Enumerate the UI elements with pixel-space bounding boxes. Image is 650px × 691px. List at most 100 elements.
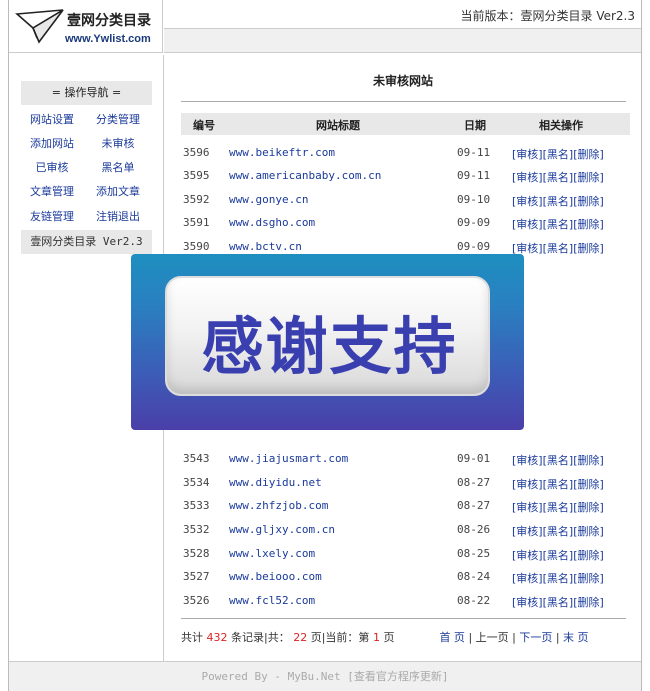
table-row: 3528 www.lxely.com 08-25 [审核][黑名][删除] [181,544,630,564]
delete-link[interactable]: [删除] [573,525,604,538]
sidebar-item-article-manage[interactable]: 文章管理 [21,183,83,199]
table-row: 3595 www.americanbaby.com.cn 09-11 [审核][黑名]… [181,166,630,186]
blacklist-link[interactable]: [黑名 [543,148,569,161]
sidebar-item-site-settings[interactable]: 网站设置 [21,111,83,127]
delete-link[interactable]: [删除] [573,478,604,491]
approve-link[interactable]: [审核] [512,501,543,514]
row-id: 3533 [183,499,210,512]
page-count: 22 [293,631,308,644]
row-actions: [审核][黑名][删除] [512,596,604,609]
row-date: 09-10 [457,193,491,206]
blacklist-link[interactable]: [黑名 [543,549,569,562]
approve-link[interactable]: [审核] [512,478,543,491]
sidebar-item-reviewed[interactable]: 已审核 [21,159,83,175]
row-date: 09-01 [457,452,491,465]
thanks-button[interactable]: 感谢支持 [165,276,490,396]
sidebar-item-friend-links[interactable]: 友链管理 [21,208,83,224]
row-date: 08-27 [457,499,491,512]
sidebar-item-logout[interactable]: 注销退出 [87,208,149,224]
footer-text[interactable]: Powered By - MyBu.Net [查看官方程序更新] [202,670,449,683]
sidebar-item-add-article[interactable]: 添加文章 [87,183,149,199]
table-row: 3534 www.diyidu.net 08-27 [审核][黑名][删除] [181,473,630,493]
table-header: 编号 网站标题 日期 相关操作 [181,113,630,135]
approve-link[interactable]: [审核] [512,525,543,538]
delete-link[interactable]: [删除] [573,195,604,208]
sidebar-item-blacklist[interactable]: 黑名单 [87,159,149,175]
table-row: 3591 www.dsgho.com 09-09 [审核][黑名][删除] [181,213,630,233]
page-title: 未审核网站 [372,74,433,88]
row-date: 08-22 [457,594,491,607]
sidebar-item-unreviewed[interactable]: 未审核 [87,135,149,151]
row-url-link[interactable]: www.gljxy.com.cn [229,523,335,536]
blacklist-link[interactable]: [黑名 [543,454,569,467]
row-actions: [审核][黑名][删除] [512,454,604,467]
sidebar-item-add-site[interactable]: 添加网站 [21,135,83,151]
row-url-link[interactable]: www.zhfzjob.com [229,499,328,512]
delete-link[interactable]: [删除] [573,218,604,231]
column-header-date: 日期 [464,119,486,132]
current-page: 1 [372,631,380,644]
row-url-link[interactable]: www.beiooo.com [229,570,322,583]
row-id: 3532 [183,523,210,536]
row-actions: [审核][黑名][删除] [512,171,604,184]
table-row: 3526 www.fcl52.com 08-22 [审核][黑名][删除] [181,591,630,611]
approve-link[interactable]: [审核] [512,218,543,231]
row-url-link[interactable]: www.americanbaby.com.cn [229,169,381,182]
approve-link[interactable]: [审核] [512,572,543,585]
row-url-link[interactable]: www.fcl52.com [229,594,315,607]
row-url-link[interactable]: www.lxely.com [229,547,315,560]
row-date: 09-11 [457,146,491,159]
blacklist-link[interactable]: [黑名 [543,242,569,255]
delete-link[interactable]: [删除] [573,148,604,161]
row-id: 3526 [183,594,210,607]
approve-link[interactable]: [审核] [512,549,543,562]
first-page-link[interactable]: 首 页 [439,631,465,644]
row-url-link[interactable]: www.gonye.cn [229,193,308,206]
blacklist-link[interactable]: [黑名 [543,525,569,538]
delete-link[interactable]: [删除] [573,501,604,514]
row-date: 08-25 [457,547,491,560]
pagination: 共计 432 条记录|共： 22 页|当前：第 1 页 首 页 | 上一页 | … [181,631,589,644]
row-id: 3528 [183,547,210,560]
blacklist-link[interactable]: [黑名 [543,171,569,184]
approve-link[interactable]: [审核] [512,454,543,467]
header-bar [164,28,641,53]
row-actions: [审核][黑名][删除] [512,148,604,161]
delete-link[interactable]: [删除] [573,549,604,562]
blacklist-link[interactable]: [黑名 [543,478,569,491]
approve-link[interactable]: [审核] [512,148,543,161]
approve-link[interactable]: [审核] [512,171,543,184]
delete-link[interactable]: [删除] [573,171,604,184]
blacklist-link[interactable]: [黑名 [543,501,569,514]
blacklist-link[interactable]: [黑名 [543,596,569,609]
logo-title: 壹网分类目录 [67,13,151,29]
logo[interactable]: 壹网分类目录 www.Ywlist.com [9,0,163,53]
row-actions: [审核][黑名][删除] [512,501,604,514]
row-url-link[interactable]: www.dsgho.com [229,216,315,229]
blacklist-link[interactable]: [黑名 [543,195,569,208]
row-actions: [审核][黑名][删除] [512,242,604,255]
row-url-link[interactable]: www.jiajusmart.com [229,452,348,465]
row-url-link[interactable]: www.beikeftr.com [229,146,335,159]
approve-link[interactable]: [审核] [512,195,543,208]
logo-url: www.Ywlist.com [65,33,151,45]
delete-link[interactable]: [删除] [573,242,604,255]
total-count: 432 [206,631,228,644]
row-date: 08-26 [457,523,491,536]
delete-link[interactable]: [删除] [573,572,604,585]
row-url-link[interactable]: www.bctv.cn [229,240,302,253]
blacklist-link[interactable]: [黑名 [543,218,569,231]
row-id: 3595 [183,169,210,182]
delete-link[interactable]: [删除] [573,454,604,467]
blacklist-link[interactable]: [黑名 [543,572,569,585]
row-url-link[interactable]: www.diyidu.net [229,476,322,489]
row-actions: [审核][黑名][删除] [512,478,604,491]
prev-page-text[interactable]: 上一页 [476,631,509,644]
last-page-link[interactable]: 末 页 [563,631,589,644]
next-page-link[interactable]: 下一页 [519,631,552,644]
pager-text: 条记录|共： [231,631,290,644]
approve-link[interactable]: [审核] [512,596,543,609]
nav-version: 壹网分类目录 Ver2.3 [21,230,152,254]
delete-link[interactable]: [删除] [573,596,604,609]
sidebar-item-category-manage[interactable]: 分类管理 [87,111,149,127]
